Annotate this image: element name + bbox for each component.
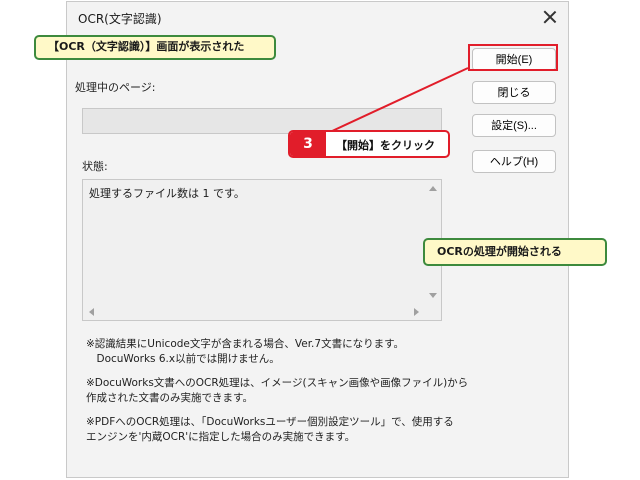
processing-page-label: 処理中のページ: [75, 81, 156, 94]
start-button-highlight [468, 44, 558, 71]
close-icon[interactable] [542, 9, 558, 25]
note-unicode: ※認識結果にUnicode文字が含まれる場合、Ver.7文書になります。 Doc… [86, 338, 405, 365]
note-pdf: ※PDFへのOCR処理は、「DocuWorksユーザー個別設定ツール」で、使用す… [86, 416, 454, 443]
scroll-left-icon[interactable] [89, 308, 94, 316]
status-textbox[interactable]: 処理するファイル数は 1 です。 [82, 179, 442, 321]
step-instruction: 【開始】をクリック [336, 139, 435, 152]
settings-button[interactable]: 設定(S)... [472, 114, 556, 137]
close-button[interactable]: 閉じる [472, 81, 556, 104]
scroll-right-icon[interactable] [414, 308, 419, 316]
title-bar[interactable]: OCR(文字認識) [67, 2, 568, 34]
callout-screen-shown: 【OCR（文字認識）】画面が表示された [34, 35, 276, 60]
horizontal-scrollbar[interactable] [83, 303, 425, 320]
scroll-up-icon[interactable] [429, 186, 437, 191]
scroll-down-icon[interactable] [429, 293, 437, 298]
help-button[interactable]: ヘルプ(H) [472, 150, 556, 173]
note-image-docs: ※DocuWorks文書へのOCR処理は、イメージ(スキャン画像や画像ファイル)… [86, 377, 469, 404]
dialog-title: OCR(文字認識) [78, 12, 162, 26]
step-number-badge: 3 [290, 132, 326, 156]
callout-ocr-started: OCRの処理が開始される [423, 238, 607, 266]
step-callout: 3 【開始】をクリック [288, 130, 450, 158]
status-text: 処理するファイル数は 1 です。 [89, 187, 245, 200]
status-label: 状態: [82, 160, 108, 173]
